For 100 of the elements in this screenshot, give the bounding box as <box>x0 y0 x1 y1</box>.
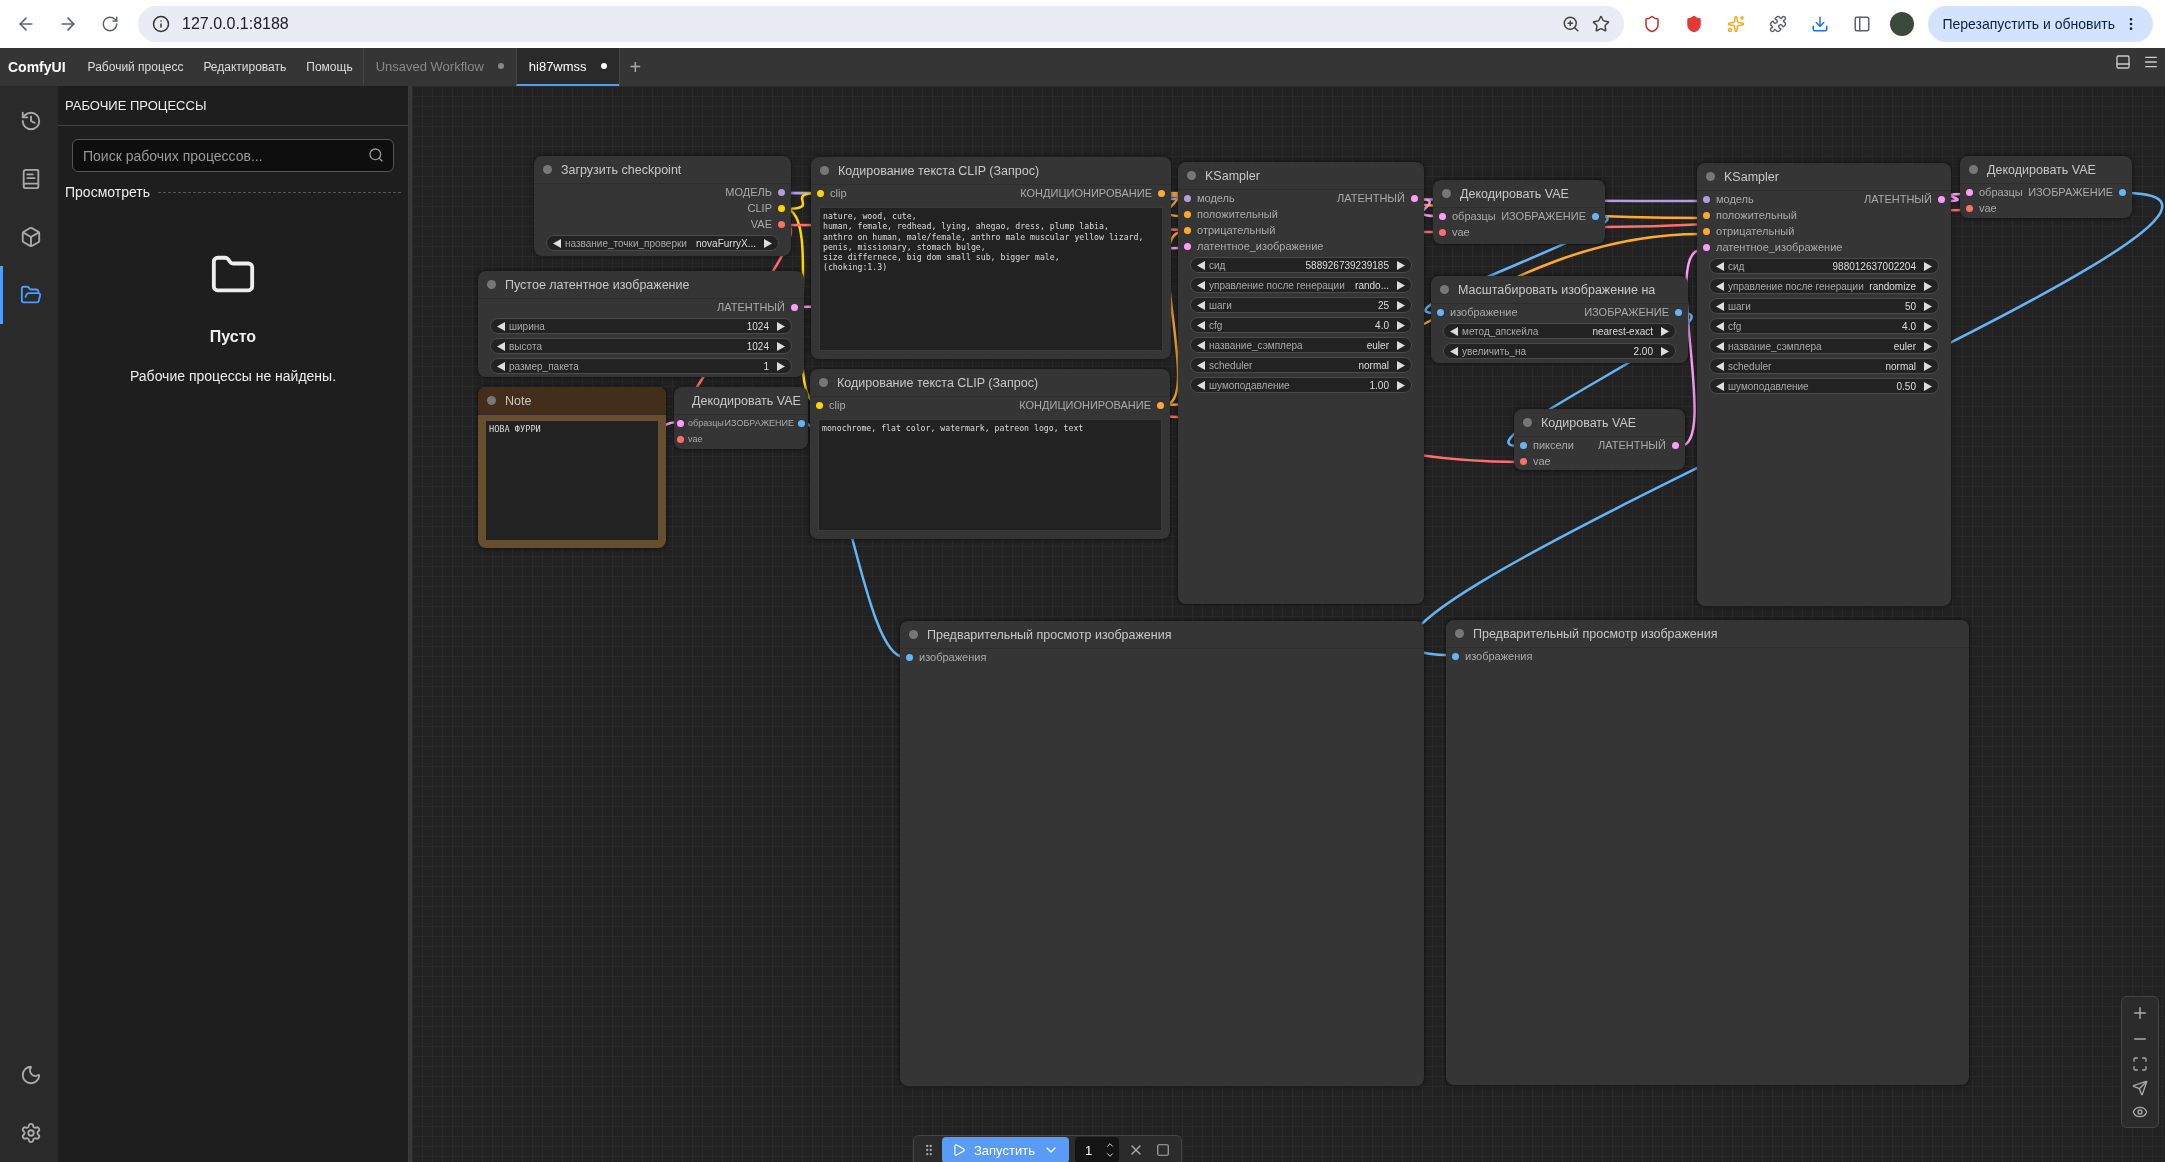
input-slot-icon[interactable] <box>677 435 684 443</box>
node-title: Масштабировать изображение на <box>1458 282 1656 297</box>
input-slot-icon[interactable] <box>1439 212 1446 220</box>
address-bar[interactable]: 127.0.0.1:8188 <box>138 6 1625 42</box>
output-slot-icon[interactable] <box>2119 188 2126 196</box>
collapse-dot-icon[interactable] <box>543 165 552 174</box>
widget-field[interactable]: высота 1024 <box>490 338 792 354</box>
output-slot-icon[interactable] <box>778 188 785 196</box>
right-arrow-icon[interactable] <box>764 238 772 248</box>
prompt-text-area[interactable]: nature, wood, cute, human, female, redhead, lying, ahegao, dress, plump labia, anthro on human, male/female, anthro male muscular yellow lizard, penis, missionary, stomach bulge, size differnece, big dom small sub, bigger male, (choking:1.3) <box>819 207 1163 351</box>
output-label: ИЗОБРАЖЕНИЕ <box>1501 210 1586 222</box>
output-label: ИЗОБРАЖЕНИЕ <box>1584 306 1669 318</box>
widget-field[interactable]: scheduler normal <box>1709 358 1939 374</box>
input-label: образцы <box>1979 186 2023 198</box>
input-slot-icon[interactable] <box>1184 210 1191 218</box>
node-title: Note <box>505 393 532 408</box>
node-title: Кодирование текста CLIP (Запрос) <box>837 375 1039 390</box>
widget-field[interactable]: управление после генерации rando... <box>1190 277 1412 293</box>
widget-field[interactable]: cfg 4.0 <box>1709 318 1939 334</box>
input-label: vae <box>1533 455 1551 467</box>
widget-field[interactable]: сид 988012637002204 <box>1709 258 1939 274</box>
input-slot-icon[interactable] <box>1966 204 1973 212</box>
input-label: положительный <box>1197 208 1278 220</box>
widget-field[interactable]: cfg 4.0 <box>1190 317 1412 333</box>
note-text-area[interactable]: НОВА ФУРРИ <box>486 421 658 540</box>
widget-field[interactable]: название_точки_проверки novaFurryX... <box>546 235 779 251</box>
collapse-dot-icon[interactable] <box>487 280 496 289</box>
input-slot-icon[interactable] <box>1703 211 1710 219</box>
input-slot-icon[interactable] <box>1184 226 1191 234</box>
output-label: ЛАТЕНТНЫЙ <box>717 301 785 313</box>
input-slot-icon[interactable] <box>1452 652 1459 660</box>
empty-title: Пусто <box>209 328 257 346</box>
input-slot-icon[interactable] <box>1184 194 1191 202</box>
collapse-dot-icon[interactable] <box>1523 418 1532 427</box>
input-slot-icon[interactable] <box>1966 188 1973 196</box>
output-slot-icon[interactable] <box>1592 212 1599 220</box>
widget-field[interactable]: название_сэмплера euler <box>1190 337 1412 353</box>
node-title: Декодировать VAE <box>1987 162 2096 177</box>
output-slot-icon[interactable] <box>778 220 785 228</box>
widget-field[interactable]: увеличить_на 2.00 <box>1443 343 1676 359</box>
relaunch-button[interactable]: Перезапустить и обновить <box>1928 6 2153 42</box>
output-label: ИЗОБРАЖЕНИЕ <box>724 418 794 428</box>
widget-field[interactable]: scheduler normal <box>1190 357 1412 373</box>
collapse-dot-icon[interactable] <box>487 396 496 405</box>
workflow-tab[interactable]: hi87wmss <box>515 48 619 86</box>
star-icon <box>1592 15 1611 33</box>
output-slot-icon[interactable] <box>791 303 798 311</box>
menu-item[interactable]: Редактировать <box>193 48 297 86</box>
output-slot-icon[interactable] <box>1938 195 1945 203</box>
collapse-dot-icon[interactable] <box>1969 165 1978 174</box>
input-slot-icon[interactable] <box>1437 308 1444 316</box>
widget-field[interactable]: название_сэмплера euler <box>1709 338 1939 354</box>
menu-item[interactable]: Рабочий процесс <box>77 48 194 86</box>
collapse-dot-icon[interactable] <box>1187 171 1196 180</box>
widget-field[interactable]: шумоподавление 0.50 <box>1709 378 1939 394</box>
input-slot-icon[interactable] <box>1184 242 1191 250</box>
collapse-dot-icon[interactable] <box>1706 172 1715 181</box>
output-slot-icon[interactable] <box>778 204 785 212</box>
output-slot-icon[interactable] <box>1672 441 1679 449</box>
input-slot-icon[interactable] <box>1439 228 1446 236</box>
widget-field[interactable]: шаги 25 <box>1190 297 1412 313</box>
output-slot-icon[interactable] <box>1675 308 1682 316</box>
input-label: изображения <box>919 651 987 663</box>
input-slot-icon[interactable] <box>1520 441 1527 449</box>
widget-field[interactable]: шаги 50 <box>1709 298 1939 314</box>
search-icon[interactable] <box>368 147 384 163</box>
input-slot-icon[interactable] <box>1703 227 1710 235</box>
input-label: clip <box>829 399 846 411</box>
widget-field[interactable]: метод_апскейла nearest-exact <box>1443 323 1676 339</box>
collapse-dot-icon[interactable] <box>1440 285 1449 294</box>
output-slot-icon[interactable] <box>798 419 805 427</box>
collapse-dot-icon[interactable] <box>819 378 828 387</box>
widget-field[interactable]: размер_пакета 1 <box>490 358 792 374</box>
avatar-icon[interactable] <box>1890 12 1915 36</box>
collapse-dot-icon[interactable] <box>909 630 918 639</box>
widget-field[interactable]: сид 588926739239185 <box>1190 257 1412 273</box>
collapse-dot-icon[interactable] <box>1455 629 1464 638</box>
collapse-dot-icon[interactable] <box>1442 189 1451 198</box>
prompt-text-area[interactable]: monochrome, flat color, watermark, patreon logo, text <box>818 419 1162 531</box>
search-field[interactable]: Поиск рабочих процессов... <box>72 139 394 172</box>
output-slot-icon[interactable] <box>1157 401 1164 409</box>
widget-field[interactable]: управление после генерации randomize <box>1709 278 1939 294</box>
input-slot-icon[interactable] <box>906 653 913 661</box>
input-slot-icon[interactable] <box>1520 457 1527 465</box>
widget-field[interactable]: ширина 1024 <box>490 318 792 334</box>
output-label: CLIP <box>747 202 772 214</box>
menu-item[interactable]: Помощь <box>296 48 363 86</box>
input-label: vae <box>688 434 703 444</box>
widget-field[interactable]: шумоподавление 1.00 <box>1190 377 1412 393</box>
input-slot-icon[interactable] <box>677 419 684 427</box>
input-slot-icon[interactable] <box>1703 243 1710 251</box>
node-title: Загрузить checkpoint <box>561 162 682 177</box>
left-arrow-icon[interactable] <box>553 238 561 248</box>
input-slot-icon[interactable] <box>816 401 823 409</box>
node-title: Предварительный просмотр изображения <box>1473 626 1718 641</box>
node-title: KSampler <box>1724 169 1779 184</box>
input-slot-icon[interactable] <box>1703 195 1710 203</box>
collapse-dot-icon[interactable] <box>820 166 829 175</box>
output-slot-icon[interactable] <box>1411 194 1418 202</box>
node-title: Декодировать VAE <box>1460 186 1569 201</box>
